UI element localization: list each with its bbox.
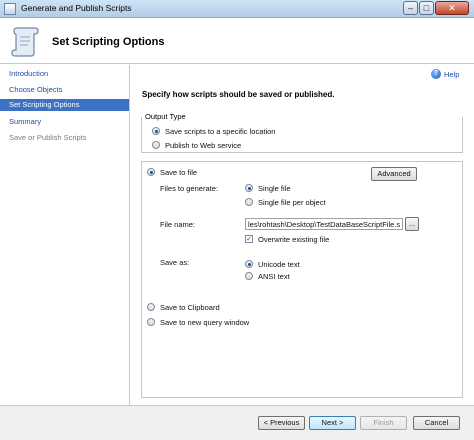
save-to-location-radio[interactable] [152, 127, 160, 135]
advanced-button[interactable]: Advanced [371, 167, 417, 181]
overwrite-label: Overwrite existing file [258, 235, 330, 244]
file-name-label: File name: [160, 220, 196, 229]
instruction-text: Specify how scripts should be saved or p… [142, 90, 335, 99]
help-link[interactable]: ? Help [431, 69, 459, 79]
window-title: Generate and Publish Scripts [21, 3, 132, 13]
cancel-button[interactable]: Cancel [413, 416, 460, 430]
help-icon: ? [431, 69, 441, 79]
files-to-generate-label: Files to generate: [160, 184, 218, 193]
sidebar-item-introduction[interactable]: Introduction [0, 68, 129, 80]
sidebar-item-set-scripting-options[interactable]: Set Scripting Options [0, 99, 129, 111]
save-as-label: Save as: [160, 258, 190, 267]
close-button[interactable]: ✕ [435, 1, 469, 15]
save-to-query-window-label: Save to new query window [160, 318, 250, 327]
unicode-text-label: Unicode text [258, 260, 300, 269]
page-title: Set Scripting Options [52, 36, 165, 48]
finish-button: Finish [360, 416, 407, 430]
browse-button[interactable]: ... [405, 217, 419, 231]
save-to-query-window-radio[interactable] [147, 318, 155, 326]
publish-web-service-label: Publish to Web service [165, 141, 242, 150]
single-file-label: Single file [258, 184, 291, 193]
save-to-location-label: Save scripts to a specific location [165, 127, 276, 136]
sidebar-item-save-or-publish: Save or Publish Scripts [9, 133, 87, 142]
publish-web-service-radio[interactable] [152, 141, 160, 149]
wizard-steps-sidebar: Introduction Choose Objects Set Scriptin… [0, 65, 130, 405]
next-button[interactable]: Next > [309, 416, 356, 430]
unicode-text-radio[interactable] [245, 260, 253, 268]
help-label: Help [444, 69, 460, 79]
main-panel: ? Help Specify how scripts should be sav… [131, 65, 474, 405]
single-file-per-object-radio[interactable] [245, 198, 253, 206]
save-to-clipboard-radio[interactable] [147, 303, 155, 311]
wizard-footer: < Previous Next > Finish Cancel [0, 405, 474, 440]
sidebar-item-choose-objects[interactable]: Choose Objects [0, 84, 129, 96]
ansi-text-radio[interactable] [245, 272, 253, 280]
previous-button[interactable]: < Previous [258, 416, 305, 430]
ansi-text-label: ANSI text [258, 272, 290, 281]
save-options-group [141, 161, 463, 398]
single-file-per-object-label: Single file per object [258, 198, 326, 207]
save-to-file-label: Save to file [160, 168, 198, 177]
single-file-radio[interactable] [245, 184, 253, 192]
title-bar: Generate and Publish Scripts – □ ✕ [0, 0, 474, 18]
maximize-button[interactable]: □ [419, 1, 434, 15]
app-icon [4, 3, 16, 15]
output-type-legend: Output Type [143, 112, 188, 121]
sidebar-item-summary[interactable]: Summary [0, 116, 129, 128]
wizard-header: Set Scripting Options [0, 19, 474, 64]
save-to-clipboard-label: Save to Clipboard [160, 303, 220, 312]
scroll-icon [11, 27, 39, 57]
file-name-input[interactable] [245, 218, 403, 230]
minimize-button[interactable]: – [403, 1, 418, 15]
save-to-file-radio[interactable] [147, 168, 155, 176]
overwrite-checkbox[interactable]: ✓ [245, 235, 253, 243]
